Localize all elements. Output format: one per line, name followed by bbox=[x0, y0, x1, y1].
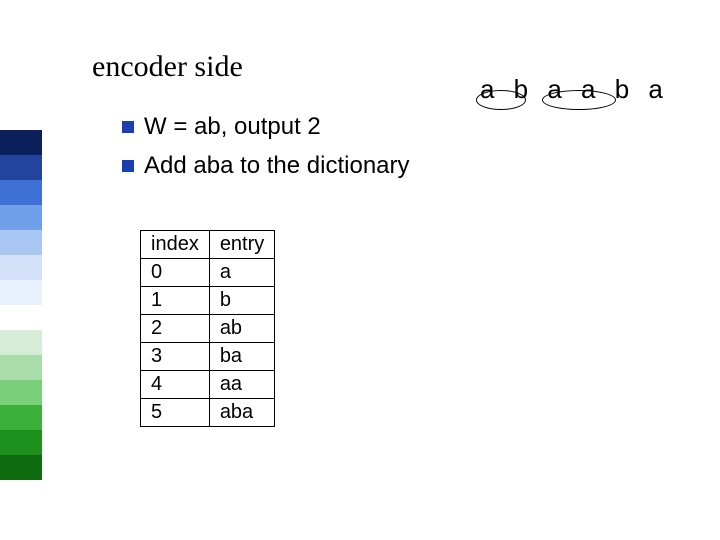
slide-title: encoder side bbox=[92, 50, 243, 84]
table-row: 1 b bbox=[141, 287, 275, 315]
bullet-text: Add aba to the dictionary bbox=[144, 149, 410, 184]
circle-annotation-1 bbox=[476, 90, 526, 110]
cell-index: 3 bbox=[141, 343, 210, 371]
side-color-bar bbox=[0, 130, 42, 480]
table-row: 3 ba bbox=[141, 343, 275, 371]
cell-index: 1 bbox=[141, 287, 210, 315]
bullet-text: W = ab, output 2 bbox=[144, 110, 321, 145]
cell-entry: aba bbox=[209, 399, 274, 427]
bullet-item: Add aba to the dictionary bbox=[122, 149, 410, 184]
cell-entry: aa bbox=[209, 371, 274, 399]
bullet-item: W = ab, output 2 bbox=[122, 110, 410, 145]
cell-index: 4 bbox=[141, 371, 210, 399]
input-string-block: a b a a b a bbox=[480, 68, 680, 128]
col-header-index: index bbox=[141, 231, 210, 259]
square-bullet-icon bbox=[122, 121, 134, 133]
table-row: 0 a bbox=[141, 259, 275, 287]
cell-entry: b bbox=[209, 287, 274, 315]
cell-index: 5 bbox=[141, 399, 210, 427]
col-header-entry: entry bbox=[209, 231, 274, 259]
table-header-row: index entry bbox=[141, 231, 275, 259]
square-bullet-icon bbox=[122, 160, 134, 172]
cell-index: 2 bbox=[141, 315, 210, 343]
dictionary-table: index entry 0 a 1 b 2 ab 3 ba 4 aa 5 aba bbox=[140, 230, 275, 427]
cell-index: 0 bbox=[141, 259, 210, 287]
bullet-list: W = ab, output 2 Add aba to the dictiona… bbox=[122, 110, 410, 188]
table-row: 4 aa bbox=[141, 371, 275, 399]
cell-entry: ab bbox=[209, 315, 274, 343]
cell-entry: a bbox=[209, 259, 274, 287]
cell-entry: ba bbox=[209, 343, 274, 371]
circle-annotation-2 bbox=[542, 90, 616, 110]
table-row: 2 ab bbox=[141, 315, 275, 343]
table-row: 5 aba bbox=[141, 399, 275, 427]
